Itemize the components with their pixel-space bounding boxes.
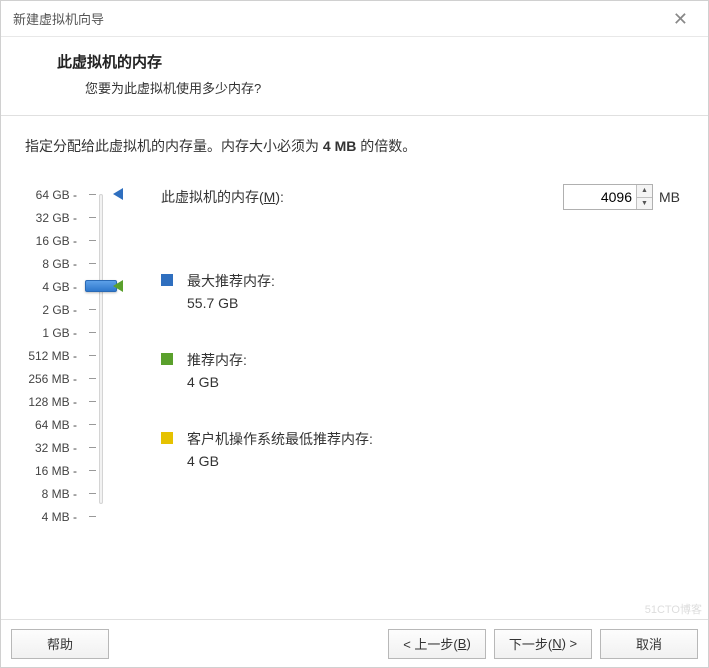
wizard-footer: 帮助 < 上一步(B) 下一步(N) > 取消 xyxy=(1,619,708,667)
help-button[interactable]: 帮助 xyxy=(11,629,109,659)
page-subtitle: 您要为此虚拟机使用多少内存? xyxy=(85,78,684,97)
slider-tick: 4 GB - xyxy=(25,276,77,299)
cancel-button[interactable]: 取消 xyxy=(600,629,698,659)
instruction-text: 指定分配给此虚拟机的内存量。内存大小必须为 4 MB 的倍数。 xyxy=(25,136,684,156)
slider-tick: 32 MB - xyxy=(25,437,77,460)
slider-tick: 256 MB - xyxy=(25,368,77,391)
wizard-header: 此虚拟机的内存 您要为此虚拟机使用多少内存? xyxy=(1,37,708,116)
slider-tick: 1 GB - xyxy=(25,322,77,345)
memory-unit: MB xyxy=(659,189,680,205)
window-title: 新建虚拟机向导 xyxy=(13,9,665,28)
back-button[interactable]: < 上一步(B) xyxy=(388,629,486,659)
slider-tick: 128 MB - xyxy=(25,391,77,414)
close-icon[interactable]: ✕ xyxy=(665,6,696,32)
memory-spinbox[interactable]: ▲ ▼ xyxy=(563,184,653,210)
slider-tick: 8 GB - xyxy=(25,253,77,276)
slider-tick: 64 MB - xyxy=(25,414,77,437)
max-recommended-row: 最大推荐内存: 55.7 GB xyxy=(161,270,684,315)
slider-tick: 64 GB - xyxy=(25,184,77,207)
titlebar: 新建虚拟机向导 ✕ xyxy=(1,1,708,37)
slider-tick: 16 MB - xyxy=(25,460,77,483)
memory-input[interactable] xyxy=(564,185,636,209)
page-heading: 此虚拟机的内存 xyxy=(57,51,684,72)
memory-field-label: 此虚拟机的内存(M): xyxy=(161,187,284,207)
slider-tick: 4 MB - xyxy=(25,506,77,529)
spin-up-icon[interactable]: ▲ xyxy=(637,185,652,198)
slider-tick: 2 GB - xyxy=(25,299,77,322)
next-button[interactable]: 下一步(N) > xyxy=(494,629,592,659)
watermark: 51CTO博客 xyxy=(645,601,702,617)
slider-tick: 32 GB - xyxy=(25,207,77,230)
spin-down-icon[interactable]: ▼ xyxy=(637,198,652,210)
square-yellow-icon xyxy=(161,432,173,444)
square-blue-icon xyxy=(161,274,173,286)
recommended-row: 推荐内存: 4 GB xyxy=(161,349,684,394)
memory-slider[interactable] xyxy=(83,184,117,506)
slider-tick: 16 GB - xyxy=(25,230,77,253)
slider-tick: 8 MB - xyxy=(25,483,77,506)
slider-tick-labels: 64 GB -32 GB -16 GB -8 GB -4 GB -2 GB -1… xyxy=(25,184,83,529)
min-recommended-row: 客户机操作系统最低推荐内存: 4 GB xyxy=(161,428,684,473)
wizard-body: 指定分配给此虚拟机的内存量。内存大小必须为 4 MB 的倍数。 64 GB -3… xyxy=(1,116,708,539)
slider-tick: 512 MB - xyxy=(25,345,77,368)
square-green-icon xyxy=(161,353,173,365)
